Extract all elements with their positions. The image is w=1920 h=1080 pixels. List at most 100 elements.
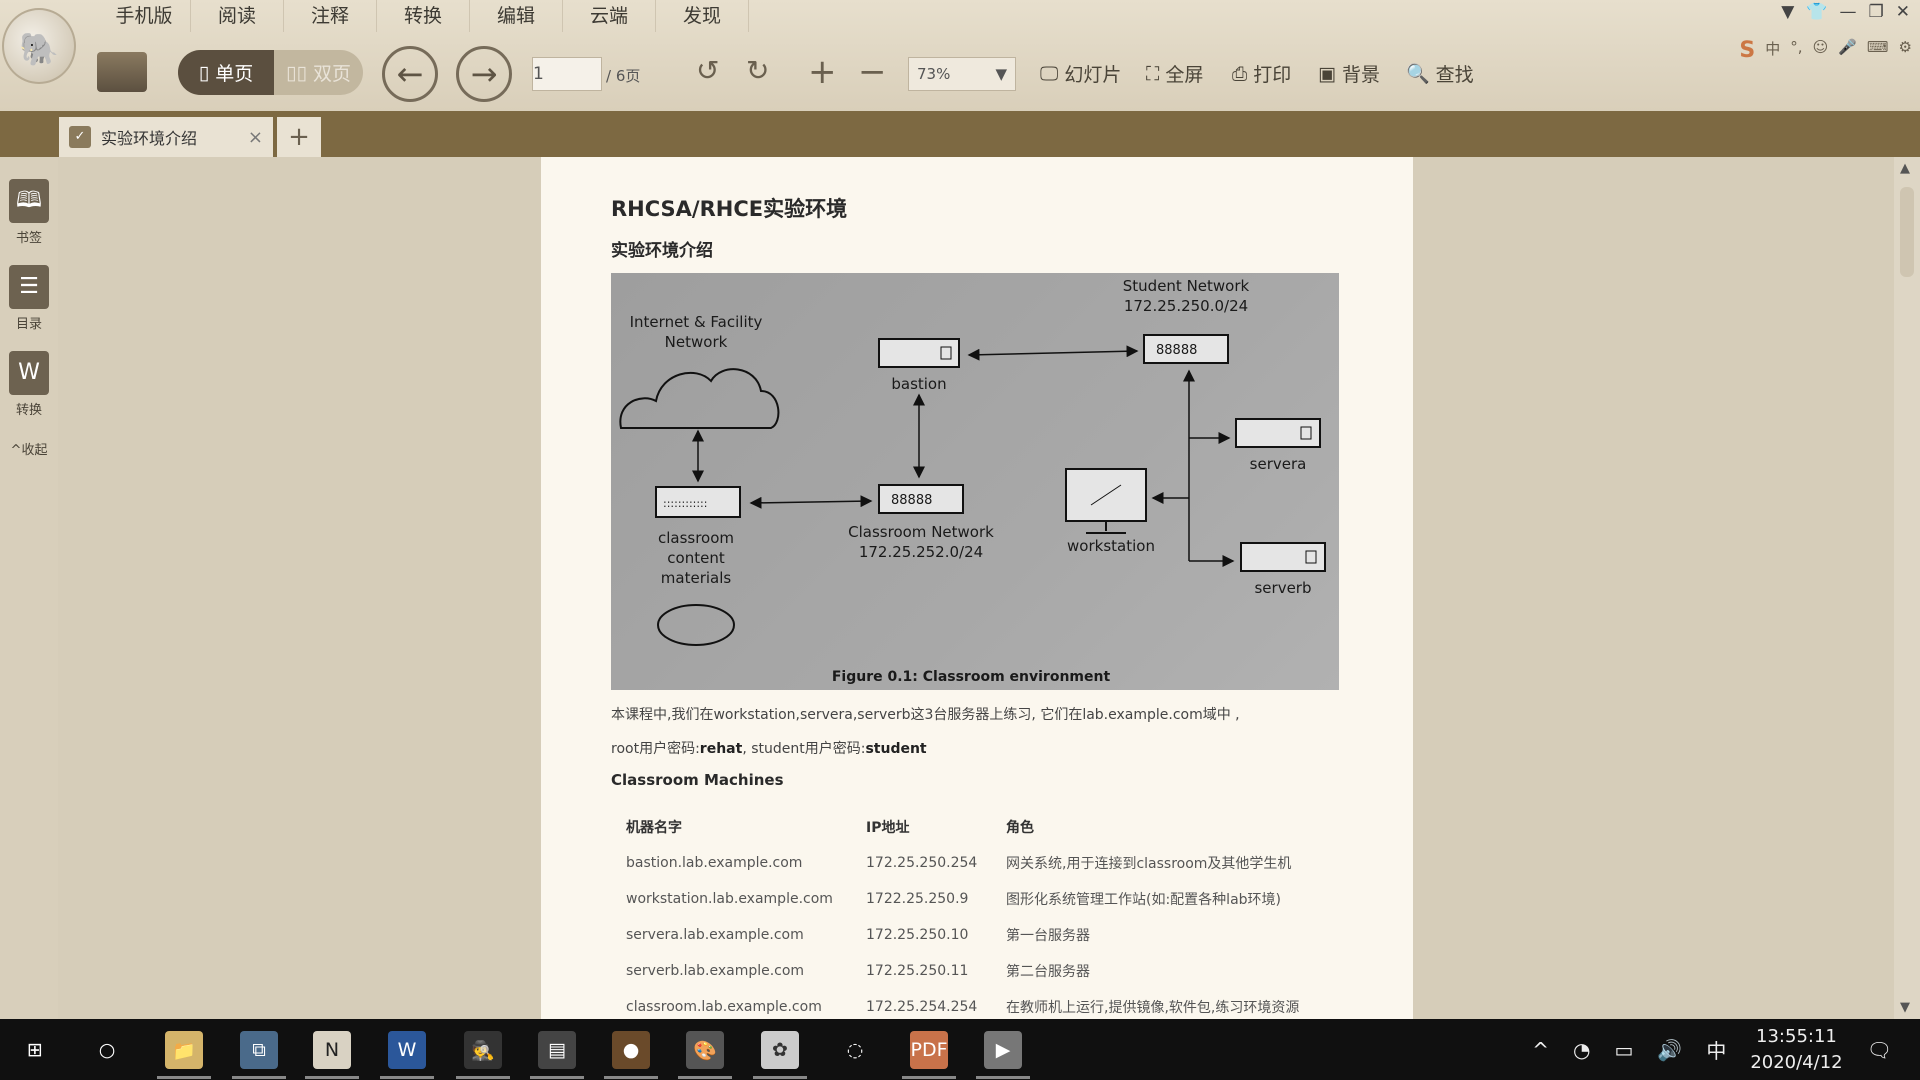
fullscreen-button[interactable]: ⛶ 全屏 [1146, 60, 1203, 87]
intro-paragraph: 本课程中,我们在workstation,servera,serverb这3台服务… [611, 707, 1240, 723]
menu-cloud[interactable]: 云端 [563, 0, 656, 32]
next-page-button[interactable]: → [456, 46, 512, 102]
skin-icon[interactable]: 👕 [1806, 2, 1827, 22]
background-button[interactable]: ▣ 背景 [1318, 60, 1380, 87]
print-button[interactable]: ⎙ 打印 [1232, 60, 1291, 87]
table-cell: servera.lab.example.com [626, 927, 804, 943]
menu-annotate[interactable]: 注释 [284, 0, 377, 32]
tab-document[interactable]: ✓ 实验环境介绍 × [59, 117, 273, 157]
ime-indicator[interactable]: 中 [1706, 1035, 1726, 1064]
label-classroom-subnet: 172.25.252.0/24 [859, 543, 983, 561]
table-title: Classroom Machines [611, 771, 784, 789]
page-number-input[interactable]: 1 [532, 57, 602, 91]
system-tray: ^ ◔ ▭ 🔊 中 13:55:11 2020/4/12 🗨 [1532, 1019, 1920, 1080]
menu-convert[interactable]: 转换 [377, 0, 470, 32]
word-icon[interactable]: W [380, 1031, 434, 1079]
table-row: servera.lab.example.com 172.25.250.10 第一… [611, 917, 1331, 953]
browser-icon[interactable]: ● [604, 1031, 658, 1079]
notification-icon[interactable]: 🗨 [1867, 1038, 1892, 1062]
menu-edit[interactable]: 编辑 [470, 0, 563, 32]
emoji-icon[interactable]: ☺ [1813, 38, 1829, 63]
minimize-icon[interactable]: — [1840, 2, 1857, 22]
menu-mobile[interactable]: 手机版 [98, 0, 191, 32]
open-folder-icon[interactable] [97, 52, 147, 92]
table-cell: 第一台服务器 [1006, 928, 1090, 944]
add-tab-button[interactable]: + [277, 117, 321, 157]
cortana-search-icon[interactable]: ○ [88, 1031, 126, 1069]
vm-app-icon[interactable]: ⧉ [232, 1031, 286, 1079]
sidebar-item-bookmark[interactable]: 🕮 书签 [4, 179, 54, 246]
scroll-up-icon[interactable]: ▲ [1900, 161, 1910, 176]
keyboard-icon[interactable]: ⌨ [1867, 38, 1889, 63]
scroll-thumb[interactable] [1900, 187, 1914, 277]
chinese-mode-icon[interactable]: 中 [1765, 38, 1780, 63]
file-explorer-icon[interactable]: 📁 [157, 1031, 211, 1079]
sidebar-item-toc[interactable]: ☰ 目录 [4, 265, 54, 332]
label-content: content [667, 549, 725, 567]
toolbar: ▯ 单页 ▯▯ 双页 ← → 1 / 6页 ↺ ↻ + − 73% ▼ 🖵 幻灯片 ⛶ 全… [0, 46, 1920, 102]
table-cell: bastion.lab.example.com [626, 855, 803, 871]
taskbar: ⊞ ○ 📁 ⧉ N W 🕵 ▤ ● 🎨 ✿ ◌ PDF ▶ ^ ◔ ▭ 🔊 中 … [0, 1019, 1920, 1080]
microphone-icon[interactable]: 🎤 [1838, 38, 1857, 63]
tools-icon[interactable]: ⚙ [1899, 38, 1912, 63]
tab-bar: ⏴ ✓ 实验环境介绍 × + [0, 111, 1920, 258]
slideshow-button[interactable]: 🖵 幻灯片 [1040, 60, 1121, 87]
battery-icon[interactable]: ▭ [1615, 1038, 1634, 1062]
document-page: RHCSA/RHCE实验环境 实验环境介绍 Internet & Facilit… [541, 157, 1413, 1019]
table-cell: 172.25.250.10 [866, 927, 969, 943]
menu-discover[interactable]: 发现 [656, 0, 749, 32]
clock[interactable]: 13:55:11 2020/4/12 [1750, 1024, 1842, 1076]
bastion-server-icon [878, 338, 960, 368]
menu-read[interactable]: 阅读 [191, 0, 284, 32]
table-cell: workstation.lab.example.com [626, 891, 833, 907]
column-header: 机器名字 [626, 820, 682, 836]
tab-title: 实验环境介绍 [101, 129, 198, 148]
rotate-right-icon[interactable]: ↻ [746, 54, 769, 87]
prev-page-button[interactable]: ← [382, 46, 438, 102]
dropdown-icon[interactable]: ▼ [1781, 2, 1794, 22]
punctuation-icon[interactable]: °, [1790, 38, 1802, 63]
label-classroom: classroom [658, 529, 734, 547]
screenshot-app-icon[interactable]: ▤ [530, 1031, 584, 1079]
app-agent-icon[interactable]: 🕵 [456, 1031, 510, 1079]
chevron-up-icon: ^ [10, 443, 22, 458]
close-icon[interactable]: ✕ [1896, 2, 1910, 22]
loading-ring-icon[interactable]: ◌ [836, 1031, 874, 1069]
menu-bar: 手机版 阅读 注释 转换 编辑 云端 发现 [98, 0, 749, 32]
wifi-icon[interactable]: ◔ [1573, 1038, 1590, 1062]
sogou-icon[interactable]: S [1739, 38, 1755, 63]
notepad-icon[interactable]: N [305, 1031, 359, 1079]
double-page-button[interactable]: ▯▯ 双页 [274, 50, 363, 95]
pdf-reader-icon[interactable]: PDF [902, 1031, 956, 1079]
app-header: 🐘 手机版 阅读 注释 转换 编辑 云端 发现 ▼ 👕 — ❐ ✕ ▯ 单页 ▯▯… [0, 0, 1920, 111]
zoom-select[interactable]: 73% ▼ [908, 57, 1016, 91]
classroom-switch-icon: 88888 [878, 484, 964, 514]
student-password: student [865, 741, 927, 757]
single-page-button[interactable]: ▯ 单页 [178, 50, 274, 95]
scroll-down-icon[interactable]: ▼ [1900, 1000, 1910, 1015]
video-app-icon[interactable]: ▶ [976, 1031, 1030, 1079]
find-button[interactable]: 🔍 查找 [1406, 60, 1474, 87]
zoom-out-icon[interactable]: − [858, 52, 887, 92]
arrow-left-icon: ← [396, 55, 424, 93]
paint-icon[interactable]: 🎨 [678, 1031, 732, 1079]
table-cell: 172.25.250.254 [866, 855, 978, 871]
chevron-down-icon: ▼ [995, 65, 1007, 83]
sidebar-collapse[interactable]: ^收起 [4, 439, 54, 458]
label-internet-network: Network [665, 333, 728, 351]
chevron-up-icon[interactable]: ^ [1532, 1038, 1549, 1062]
maximize-icon[interactable]: ❐ [1869, 2, 1884, 22]
sidebar-item-convert[interactable]: W 转换 [4, 351, 54, 418]
column-header: IP地址 [866, 820, 910, 836]
close-tab-icon[interactable]: × [248, 127, 263, 148]
rotate-left-icon[interactable]: ↺ [696, 54, 719, 87]
column-header: 角色 [1006, 820, 1034, 836]
root-password: rehat [699, 741, 743, 757]
windows-start-icon[interactable]: ⊞ [16, 1031, 54, 1069]
table-cell: 172.25.254.254 [866, 999, 978, 1015]
svg-text:::::::::::::: :::::::::::: [663, 497, 707, 510]
cluster-app-icon[interactable]: ✿ [753, 1031, 807, 1079]
vertical-scrollbar[interactable]: ▲ ▼ [1894, 157, 1920, 1019]
volume-icon[interactable]: 🔊 [1657, 1038, 1682, 1062]
zoom-in-icon[interactable]: + [808, 52, 837, 92]
